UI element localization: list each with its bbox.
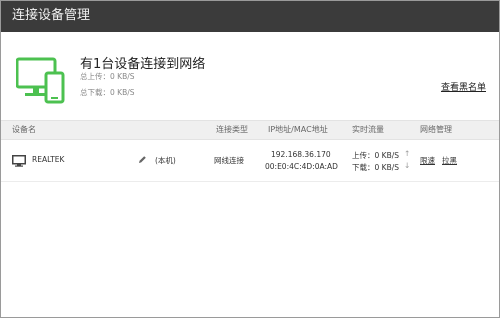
download-speed: 下载：0 KB/S	[352, 163, 400, 172]
devices-illustration-icon	[16, 57, 65, 104]
total-download-speed: 总下载：0 KB/S	[80, 88, 135, 97]
edit-pencil-icon[interactable]	[138, 155, 147, 164]
table-row: REALTEK (本机) 网线连接 192.168.36.170 00:E0:4…	[0, 140, 500, 182]
column-header-ip-mac: IP地址/MAC地址	[268, 125, 328, 134]
window-title: 连接设备管理	[12, 8, 91, 23]
block-device-link[interactable]: 拉黑	[442, 155, 457, 166]
device-name: REALTEK	[32, 155, 65, 164]
upload-arrow-icon: ↑	[404, 149, 411, 158]
device-table-header: 设备名 连接类型 IP地址/MAC地址 实时流量 网络管理	[0, 120, 500, 140]
ip-address: 192.168.36.170	[271, 150, 331, 159]
total-upload-speed: 总上传：0 KB/S	[80, 72, 135, 81]
view-blacklist-link[interactable]: 查看黑名单	[441, 80, 486, 93]
connection-type: 网线连接	[214, 156, 244, 165]
column-header-device-name: 设备名	[12, 125, 36, 134]
limit-speed-link[interactable]: 限速	[420, 155, 435, 166]
window-titlebar: 连接设备管理	[0, 0, 500, 32]
monitor-icon	[12, 155, 26, 167]
download-arrow-icon: ↓	[404, 161, 411, 170]
column-header-network-management: 网络管理	[420, 125, 452, 134]
column-header-connection-type: 连接类型	[216, 125, 248, 134]
upload-speed: 上传：0 KB/S	[352, 151, 400, 160]
local-device-tag: (本机)	[155, 156, 176, 165]
mac-address: 00:E0:4C:4D:0A:AD	[265, 162, 338, 171]
device-manager-panel: 有1台设备连接到网络 总上传：0 KB/S 总下载：0 KB/S 查看黑名单 设…	[0, 32, 500, 318]
connected-devices-summary: 有1台设备连接到网络	[80, 57, 206, 72]
column-header-realtime-traffic: 实时流量	[352, 125, 384, 134]
